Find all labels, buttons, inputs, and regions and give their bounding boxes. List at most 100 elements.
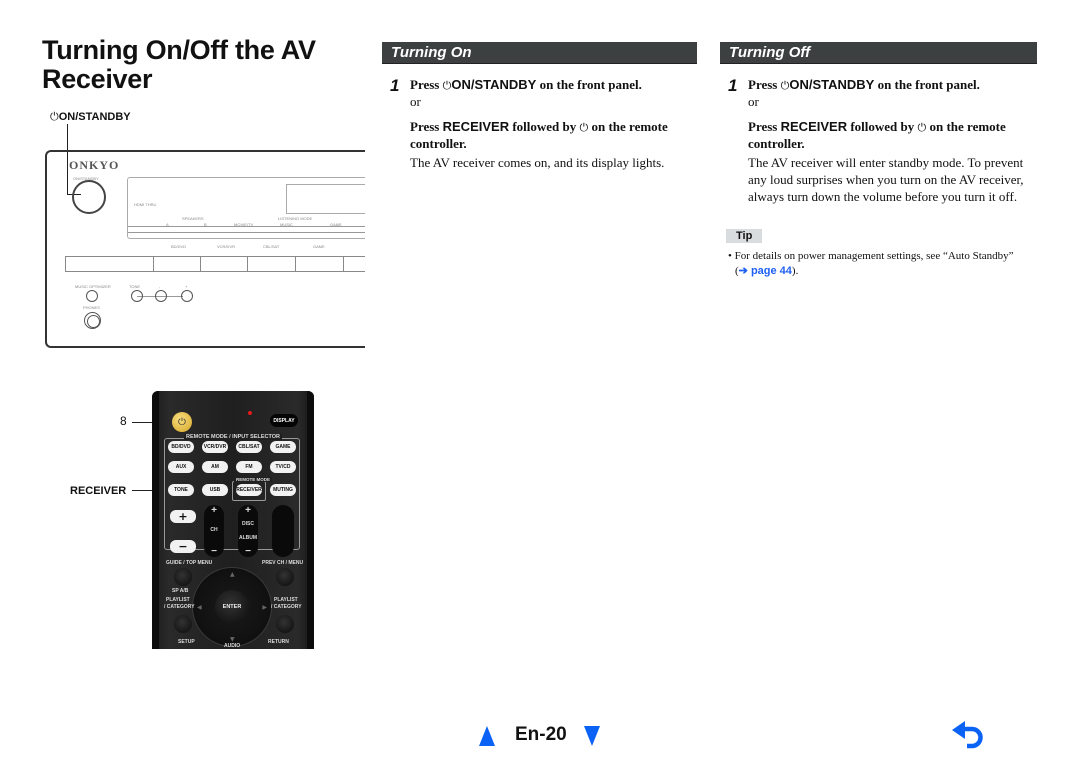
step-number: 1 [728,76,738,95]
playlist-left-label: PLAYLIST [166,597,190,603]
up-arrow-icon[interactable]: ▲ [230,571,235,578]
guide-button[interactable] [174,568,192,586]
input-cbl: CBL/SAT [263,244,280,249]
step-number: 1 [390,76,400,95]
vcr-dvr-button[interactable]: VCR/DVR [202,441,228,453]
disc-minus[interactable]: − [238,546,258,557]
tip-text: • For details on power management settin… [726,249,1037,279]
left-arrow-icon[interactable]: ◀ [197,604,202,611]
prev-ch-button[interactable] [276,568,294,586]
volume-down-button[interactable]: − [170,540,196,553]
tone-plus-label: + [185,284,188,289]
remote-controller-illustration: ⏻ DISPLAY REMOTE MODE / INPUT SELECTOR B… [152,391,314,649]
blank-button[interactable] [272,505,294,557]
prev-ch-label: PREV CH / MENU [262,560,304,566]
remote-mode-label: REMOTE MODE [234,477,273,482]
phones-label: PHONES [83,305,100,310]
display-window [286,184,365,214]
ch-plus[interactable]: + [204,505,224,516]
onkyo-logo: ONKYO [69,158,120,172]
receiver-button[interactable]: RECEIVER [236,484,262,496]
section-header: Turning Off [720,42,1037,64]
bd-dvd-button[interactable]: BD/DVD [168,441,194,453]
on-standby-callout-text: ON/STANDBY [58,111,131,123]
callout-number: 8 [120,414,127,428]
music-optimizer-label: MUSIC OPTIMIZER [75,284,111,289]
page-title: Turning On/Off the AV Receiver [42,35,316,94]
disc-label: DISC [242,521,254,527]
key-name: ON/STANDBY [789,77,875,92]
text: on the front panel. [874,77,980,92]
remote-led [248,411,252,415]
key-name: ON/STANDBY [451,77,537,92]
setup-label: SETUP [178,639,195,645]
enter-button[interactable]: ENTER [215,590,249,624]
description: The AV receiver will enter standby mode.… [748,155,1024,204]
usb-button[interactable]: USB [202,484,228,496]
disc-album-rocker[interactable]: + DISC ALBUM − [238,505,258,557]
game-button[interactable]: GAME [270,441,296,453]
tone-button[interactable] [131,290,143,302]
cbl-sat-button[interactable]: CBL/SAT [236,441,262,453]
page-number: En-20 [515,724,567,745]
phones-jack [84,312,101,329]
key-name: RECEIVER [442,119,510,134]
page-44-link[interactable]: ➔ page 44 [739,265,792,277]
music-optimizer-button[interactable] [86,290,98,302]
disc-plus[interactable]: + [238,505,258,516]
tone-button[interactable]: TONE [168,484,194,496]
guide-label: GUIDE / TOP MENU [166,560,213,566]
hdmi-thru-label: HDMI THRU [134,202,157,207]
return-icon[interactable] [950,720,986,750]
remote-power-button[interactable]: ⏻ [172,412,192,432]
right-arrow-icon[interactable]: ▶ [262,604,267,611]
next-page-icon[interactable] [584,726,600,746]
aux-button[interactable]: AUX [168,461,194,473]
divider [128,226,365,227]
tip-block: Tip • For details on power management se… [720,226,1037,279]
tv-cd-button[interactable]: TV/CD [270,461,296,473]
text: followed by [509,119,580,134]
section-header: Turning On [382,42,697,64]
power-icon: ⏻ [917,121,927,134]
previous-page-icon[interactable] [479,726,495,746]
tone-plus-button[interactable] [181,290,193,302]
selector-label: REMOTE MODE / INPUT SELECTOR [184,434,283,440]
on-standby-callout-label: ⏻ON/STANDBY [50,110,131,124]
section-turning-off: Turning Off 1 Press ⏻ON/STANDBY on the f… [720,42,1037,279]
bullet: • [728,250,732,262]
category-left-label: / CATEGORY [164,604,195,610]
on-standby-button[interactable] [72,180,106,214]
power-icon: ⏻ [579,121,589,134]
muting-button[interactable]: MUTING [270,484,296,496]
tone-minus-label: - [159,284,161,289]
step: 1 Press ⏻ON/STANDBY on the front panel. … [382,77,697,171]
section-turning-on: Turning On 1 Press ⏻ON/STANDBY on the fr… [382,42,697,171]
tone-label: TONE [129,284,141,289]
sp-ab-label: SP A/B [172,588,189,594]
down-arrow-icon[interactable]: ▼ [230,636,235,643]
front-display: HDMI THRU SPEAKERS A B LISTENING MODE MO… [127,177,365,239]
tone-minus-button[interactable] [155,290,167,302]
channel-rocker[interactable]: + CH − [204,505,224,557]
am-button[interactable]: AM [202,461,228,473]
instruction-remote: Press RECEIVER followed by ⏻ on the remo… [748,119,1037,152]
return-button-remote[interactable] [276,615,294,633]
text: ( [735,265,739,277]
volume-up-button[interactable]: + [170,510,196,523]
instruction-front-panel: Press ⏻ON/STANDBY on the front panel. [410,77,697,94]
step: 1 Press ⏻ON/STANDBY on the front panel. … [720,77,1037,205]
instruction-front-panel: Press ⏻ON/STANDBY on the front panel. [748,77,1037,94]
tip-badge: Tip [726,229,763,243]
ch-minus[interactable]: − [204,546,224,557]
or-text: or [748,94,759,109]
fm-button[interactable]: FM [236,461,262,473]
text: Press [748,119,781,134]
setup-button[interactable] [174,615,192,633]
text: ). [791,265,799,277]
navigation-pad[interactable]: ▲ ▼ ◀ ▶ ENTER [192,567,272,647]
text: on the front panel. [536,77,642,92]
callout-receiver: RECEIVER [70,485,127,497]
remote-display-button[interactable]: DISPLAY [270,414,298,427]
speakers-label: SPEAKERS [182,216,204,221]
